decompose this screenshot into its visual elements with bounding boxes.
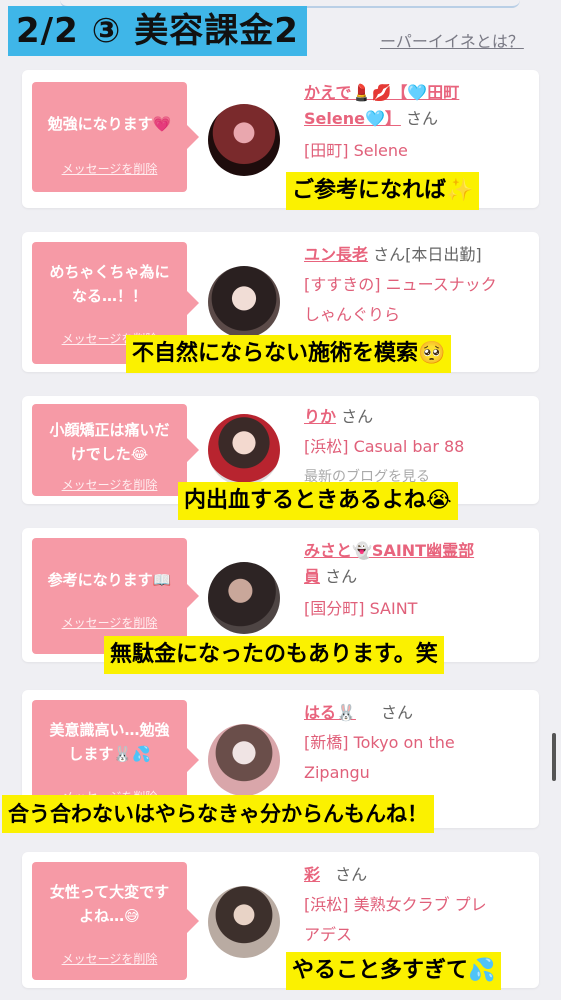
- avatar[interactable]: [208, 104, 280, 176]
- message-text: 美意識高い…勉強 します🐰💦: [32, 718, 187, 766]
- shop-name: [浜松] 美熟女クラブ プレ: [304, 895, 487, 914]
- message-text: めちゃくちゃ為に なる…！！: [32, 260, 187, 308]
- message-text: 女性って大変です よね…😅: [32, 880, 187, 928]
- shop-info: [すすきの] ニュースナック しゃんぐりら: [304, 270, 534, 330]
- message-bubble: 女性って大変です よね…😅 メッセージを削除: [32, 862, 199, 980]
- sender-name: かえで💄💋【🩵田町 Selene🩵】 さん: [304, 80, 534, 132]
- sender-name: 彩 さん: [304, 862, 534, 888]
- avatar[interactable]: [208, 414, 280, 486]
- caption-overlay: 無駄金になったのもあります。笑: [104, 636, 444, 674]
- shop-name: [田町] Selene: [304, 141, 408, 160]
- honorific: さん: [381, 703, 414, 722]
- caption-overlay: 合う合わないはやらなきゃ分からんもんね！: [2, 795, 434, 833]
- super-iine-help-link[interactable]: ーパーイイネとは？: [380, 28, 524, 52]
- honorific: さん: [325, 567, 358, 586]
- message-line: なる…！！: [71, 287, 147, 305]
- message-line: 女性って大変です: [49, 883, 170, 901]
- page-title-banner: 2/2 ③ 美容課金2: [8, 6, 307, 56]
- shop-name: [新橋] Tokyo on the: [304, 733, 455, 752]
- caption-overlay: 不自然にならない施術を模索🥺: [126, 335, 452, 373]
- avatar[interactable]: [208, 886, 280, 958]
- delete-message-link[interactable]: メッセージを削除: [32, 160, 187, 177]
- caption-overlay: 内出血するときあるよね😭: [178, 482, 458, 520]
- shop-name: [すすきの] ニュースナック: [304, 275, 497, 294]
- sender-name-link[interactable]: みさと👻SAINT幽霊部: [304, 541, 474, 560]
- shop-name-cont: Zipangu: [304, 763, 370, 782]
- honorific: さん: [335, 865, 368, 884]
- sender-name-link[interactable]: かえで💄💋【🩵田町: [304, 83, 459, 102]
- shop-name: [浜松] Casual bar 88: [304, 437, 465, 456]
- delete-message-link[interactable]: メッセージを削除: [32, 476, 187, 493]
- shop-name: [国分町] SAINT: [304, 599, 418, 618]
- message-line: めちゃくちゃ為に: [49, 263, 170, 281]
- avatar[interactable]: [208, 724, 280, 796]
- caption-overlay: ご参考になれば✨: [286, 172, 480, 210]
- sender-name: はる🐰 さん: [304, 700, 534, 726]
- sender-name-link-cont[interactable]: 員: [304, 567, 320, 586]
- shop-info: [新橋] Tokyo on the Zipangu: [304, 728, 534, 788]
- sender-name-link[interactable]: りか: [304, 407, 336, 426]
- shop-name-cont: アデス: [304, 925, 353, 944]
- honorific: さん: [341, 407, 374, 426]
- caption-overlay: やること多すぎて💦: [286, 952, 502, 990]
- message-line: します🐰💦: [68, 745, 151, 763]
- message-text: 参考になります📖: [47, 571, 172, 589]
- shop-info: [国分町] SAINT: [304, 594, 534, 624]
- avatar[interactable]: [208, 266, 280, 338]
- message-line: 小顔矯正は痛いだ: [49, 421, 170, 439]
- shop-info: [浜松] 美熟女クラブ プレ アデス: [304, 890, 534, 950]
- message-bubble: 勉強になります💗 メッセージを削除: [32, 82, 199, 192]
- honorific: さん[本日出勤]: [373, 245, 482, 264]
- message-text: 小顔矯正は痛いだ けでした😂: [32, 418, 187, 466]
- delete-message-link[interactable]: メッセージを削除: [32, 614, 187, 631]
- message-text: 勉強になります💗: [47, 115, 172, 133]
- top-bar: 2/2 ③ 美容課金2 ーパーイイネとは？: [0, 0, 561, 60]
- sender-name: ユン長老 さん[本日出勤]: [304, 242, 534, 268]
- sender-name-link-cont[interactable]: Selene🩵】: [304, 109, 401, 128]
- sender-name: りか さん: [304, 404, 534, 430]
- honorific: さん: [405, 109, 438, 128]
- avatar[interactable]: [208, 562, 280, 634]
- shop-info: [田町] Selene: [304, 136, 534, 166]
- message-line: けでした😂: [70, 445, 149, 463]
- shop-name-cont: しゃんぐりら: [304, 305, 401, 324]
- sender-name-link[interactable]: はる🐰: [304, 703, 356, 722]
- message-line: 美意識高い…勉強: [49, 721, 170, 739]
- scrollbar-thumb[interactable]: [552, 733, 556, 781]
- message-bubble: 小顔矯正は痛いだ けでした😂 メッセージを削除: [32, 404, 199, 496]
- sender-name-link[interactable]: ユン長老: [304, 245, 368, 264]
- delete-message-link[interactable]: メッセージを削除: [32, 950, 187, 967]
- sender-name-link[interactable]: 彩: [304, 865, 320, 884]
- message-line: よね…😅: [79, 907, 140, 925]
- sender-name: みさと👻SAINT幽霊部 員 さん: [304, 538, 534, 590]
